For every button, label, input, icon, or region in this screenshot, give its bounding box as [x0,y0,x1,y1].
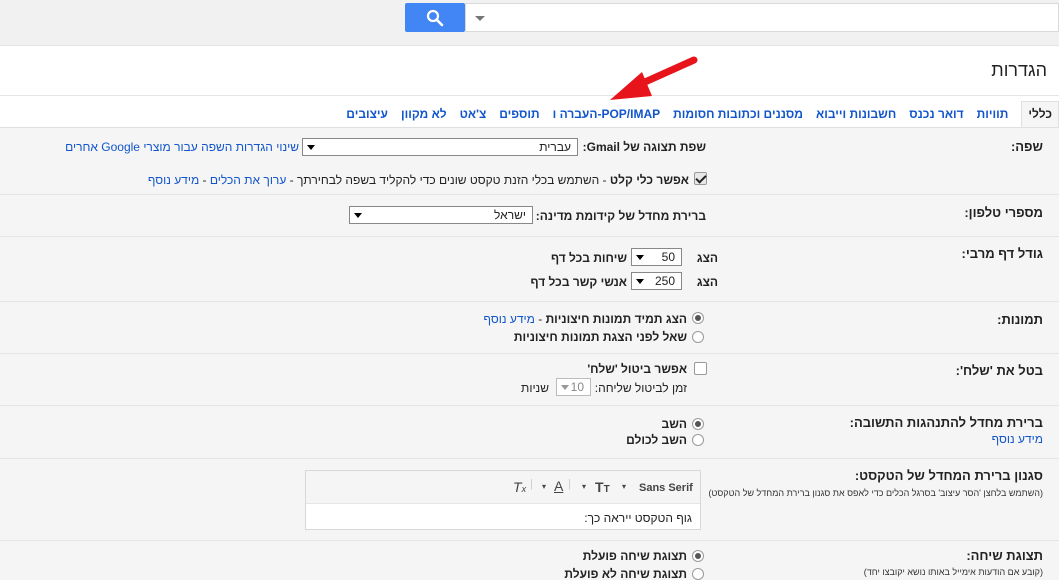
conversation-view-off-label: תצוגת שיחה לא פועלת [564,567,687,580]
conversation-view-note: (קובע אם הודעות אימייל באותו נושא יקובצו… [863,567,1043,577]
show-label: הצג [696,275,718,289]
chevron-down-icon: ▾ [542,482,547,491]
tab-addons[interactable]: תוספים [499,101,539,127]
country-code-select[interactable]: ישראל [349,206,533,224]
contacts-per-page-suffix: אנשי קשר בכל דף [530,275,628,289]
chevron-down-icon [636,255,644,260]
settings-row-page-size [0,237,1059,302]
tab-accounts-import[interactable]: חשבונות וייבוא [816,101,896,127]
country-code-value: ישראל [494,208,526,222]
font-family-select[interactable]: Sans Serif [639,482,693,494]
tab-labels[interactable]: תוויות [977,101,1009,127]
annotation-arrow [610,56,698,100]
always-show-images-line: הצג תמיד תמונות חיצוניות - מידע נוסף [484,312,687,326]
text-style-label: סגנון ברירת המחדל של הטקסט: [854,468,1043,483]
settings-row-reply [0,406,1059,459]
edit-tools-link[interactable]: ערוך את הכלים [210,173,286,187]
separator: - [534,312,546,326]
search-icon [426,9,444,27]
reply-all-label: השב לכולם [626,433,687,447]
search-input[interactable] [490,4,1050,31]
learn-more-link[interactable]: מידע נוסף [484,312,535,326]
text-style-note: (השתמש בלחצן 'הסר עיצוב' בסרגל הכלים כדי… [708,488,1043,498]
text-color-icon[interactable]: A [554,478,563,494]
search-options-chevron-down-icon[interactable] [475,16,485,21]
display-language-select[interactable]: עברית [302,138,578,156]
chevron-down-icon [354,213,362,218]
tab-general[interactable]: כללי [1021,101,1059,127]
input-tools-line: אפשר כלי קלט - השתמש בכלי הזנת טקסט שוני… [148,173,689,187]
conversation-view-on-label: תצוגת שיחה פועלת [582,549,687,563]
input-tools-label: אפשר כלי קלט [609,173,689,187]
search-box[interactable] [465,3,1059,32]
reply-radio[interactable] [692,418,704,430]
seconds-label: שניות [521,381,549,395]
input-tools-desc: - השתמש בכלי הזנת טקסט שונים כדי להקליד … [286,173,610,187]
undo-send-label: בטל את 'שלח': [955,363,1043,378]
conversations-per-page-select[interactable]: 50 [631,248,682,266]
ask-before-images-radio[interactable] [692,331,704,343]
undo-send-enable-label: אפשר ביטול 'שלח' [587,362,687,376]
tab-inbox[interactable]: דואר נכנס [909,101,963,127]
conversation-view-on-radio[interactable] [692,550,704,562]
reply-all-radio[interactable] [692,434,704,446]
language-label: שפה: [1010,139,1043,154]
remove-formatting-icon[interactable]: Tx [513,479,526,495]
country-code-label: ברירת מחדל של קידומת מדינה: [535,209,706,223]
settings-row-images [0,302,1059,354]
tab-offline[interactable]: לא מקוון [401,101,447,127]
title-divider [0,95,1059,96]
top-bar [0,0,1059,46]
chevron-down-icon: ▾ [582,482,587,491]
learn-more-link[interactable]: מידע נוסף [992,432,1043,446]
reply-behavior-label: ברירת מחדל להתנהגות התשובה: [849,415,1043,430]
page-size-label: גודל דף מרבי: [961,246,1043,261]
conversation-view-label: תצוגת שיחה: [966,548,1043,563]
search-button[interactable] [405,3,465,32]
chevron-down-icon: ▾ [622,482,627,491]
phone-label: מספרי טלפון: [964,205,1043,220]
formatting-toolbar: Sans Serif ▾ TT ▾ | A ▾ | Tx [306,471,700,504]
always-show-images-label: הצג תמיד תמונות חיצוניות [545,312,687,326]
contacts-per-page-select[interactable]: 250 [631,272,682,290]
tab-chat[interactable]: צ'אט [460,101,487,127]
page-title: הגדרות [991,60,1047,80]
cancellation-period-select[interactable]: 10 [556,378,591,396]
learn-more-link[interactable]: מידע נוסף [148,173,199,187]
conversation-view-off-radio[interactable] [692,568,704,580]
change-language-link[interactable]: שינוי הגדרות השפה עבור מוצרי Google אחרי… [65,140,299,154]
display-language-value: עברית [539,140,571,154]
contacts-per-page-value: 250 [654,274,675,288]
toolbar-divider: | [568,478,571,490]
show-label: הצג [696,251,718,265]
separator: - [199,173,210,187]
ask-before-images-label: שאל לפני הצגת תמונות חיצוניות [513,330,687,344]
text-style-editor[interactable]: Sans Serif ▾ TT ▾ | A ▾ | Tx גוף הטקסט י… [305,470,701,530]
reply-label: השב [661,417,687,431]
tab-themes[interactable]: עיצובים [346,101,388,127]
undo-send-checkbox[interactable] [694,362,707,375]
chevron-down-icon [307,145,315,150]
settings-row-undo-send [0,354,1059,406]
images-label: תמונות: [997,312,1043,327]
cancellation-period-value: 10 [570,380,584,394]
cancellation-period-label: זמן לביטול שליחה: [594,381,687,395]
chevron-down-icon [636,279,644,284]
display-language-label: שפת תצוגה של Gmail: [582,140,706,154]
toolbar-divider: | [530,478,533,490]
text-style-preview: גוף הטקסט ייראה כך: [584,511,692,525]
always-show-images-radio[interactable] [692,312,704,324]
chevron-down-icon [561,385,569,390]
conversations-per-page-suffix: שיחות בכל דף [550,251,627,265]
input-tools-checkbox[interactable] [694,172,707,185]
conversations-per-page-value: 50 [661,250,675,264]
font-size-icon[interactable]: TT [595,479,610,495]
